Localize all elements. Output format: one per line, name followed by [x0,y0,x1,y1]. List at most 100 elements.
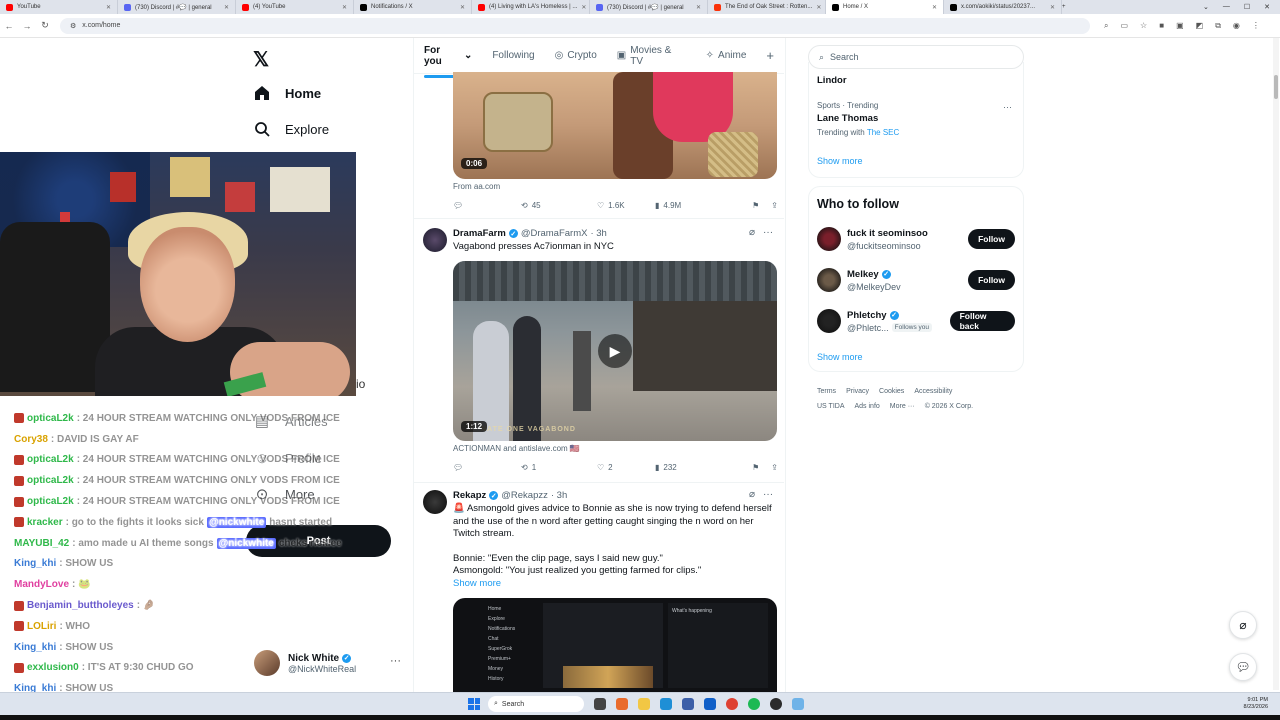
bookmark-icon[interactable]: ⚑ [752,201,759,210]
more-dots-icon[interactable]: ··· [763,489,773,500]
edge-icon[interactable] [660,698,672,710]
obs-icon[interactable] [770,698,782,710]
author-name[interactable]: DramaFarm [453,228,506,239]
browser-tab[interactable]: (730) Discord | #💬 | general ✕ [118,0,236,14]
trend-link[interactable]: The SEC [867,128,899,137]
folder-icon[interactable] [638,698,650,710]
avatar[interactable] [817,227,841,251]
trend-name[interactable]: Lane Thomas [817,113,878,124]
reply-button[interactable]: 💬︎ [453,463,521,472]
follow-name[interactable]: Phletchy [847,310,887,321]
timeline-tab[interactable]: For you ⌄ [424,45,472,78]
extension-icon[interactable]: ▣ [1176,21,1184,31]
post-source[interactable]: ACTIONMAN and antislave.com 🇺🇸 [453,444,580,453]
task-view-icon[interactable] [594,698,606,710]
repost-button[interactable]: ⟲ 1 [521,463,597,472]
grok-icon[interactable]: ⌀ [1229,611,1257,639]
browser-tab[interactable]: Notifications / X ✕ [354,0,472,14]
browser-tab[interactable]: Home / X ✕ [826,0,944,14]
show-more-link[interactable]: Show more [817,352,863,362]
avatar[interactable] [423,228,447,252]
chrome-icon[interactable] [726,698,738,710]
site-info-icon[interactable]: ⚙ [70,22,76,30]
window-control-button[interactable]: — [1223,3,1230,11]
follow-button[interactable]: Follow [968,270,1015,290]
footer-link[interactable]: Terms [817,388,836,395]
app-icon[interactable] [682,698,694,710]
browser-tab[interactable]: (4) Living with LA's Homeless | ... ✕ [472,0,590,14]
messages-icon[interactable]: 💬︎ [1229,653,1257,681]
more-dots-icon[interactable]: ··· [1003,102,1012,112]
timeline-tab[interactable]: ▣ Movies & TV [617,45,686,67]
menu-icon[interactable]: ⋮ [1252,21,1260,31]
like-button[interactable]: ♡ 2 [597,463,655,472]
grok-icon[interactable]: ⌀ [749,489,755,500]
x-logo-icon[interactable]: 𝕏 [253,47,269,72]
more-dots-icon[interactable]: ··· [390,655,401,667]
spotify-icon[interactable] [748,698,760,710]
close-icon[interactable]: ✕ [1050,4,1055,11]
extension-icon[interactable]: ■ [1159,21,1164,31]
zoom-icon[interactable]: ⌕ [1104,21,1108,31]
windows-start-icon[interactable] [468,698,480,710]
author-handle[interactable]: @Rekapzz [501,490,548,501]
timeline-tab[interactable]: ◎ Crypto [555,50,597,61]
post-video[interactable]: Home Explore Notifications Chat SuperGrok Pre… [453,598,777,693]
grok-icon[interactable]: ⌀ [749,227,755,238]
nav-home[interactable]: Home [253,84,321,102]
browser-tab[interactable]: YouTube ✕ [0,0,118,14]
follow-button[interactable]: Follow [968,229,1015,249]
profile-icon[interactable]: ◉ [1233,21,1240,31]
views-button[interactable]: ▮ 232 [655,463,733,472]
footer-link[interactable]: Accessibility [914,388,952,395]
follow-handle[interactable]: @Phletc... [847,323,889,333]
app-icon[interactable] [616,698,628,710]
follow-name[interactable]: Melkey [847,269,879,280]
post-time[interactable]: · 3h [551,490,567,501]
taskbar-search[interactable]: ⌕ Search [488,696,584,712]
close-icon[interactable]: ✕ [932,4,937,11]
close-icon[interactable]: ✕ [224,4,229,11]
author-name[interactable]: Rekapz [453,490,486,501]
puzzle-icon[interactable]: ⧉ [1215,21,1221,31]
window-control-button[interactable]: ⌄ [1203,3,1209,11]
scrollbar-thumb[interactable] [1274,75,1278,99]
share-icon[interactable]: ⇪ [771,201,778,210]
follow-handle[interactable]: @MelkeyDev [847,282,901,292]
avatar[interactable] [817,268,841,292]
author-handle[interactable]: @DramaFarmX [521,228,588,239]
window-control-button[interactable]: ☐ [1244,3,1250,11]
trend-name[interactable]: Lindor [817,75,847,86]
back-icon[interactable]: ← [0,21,18,31]
repost-button[interactable]: ⟲ 45 [521,201,597,210]
timeline-tab[interactable]: ✧ Anime [706,50,747,61]
chevron-down-icon[interactable]: ⌄ [464,50,472,61]
like-button[interactable]: ♡ 1.6K [597,201,655,210]
reply-button[interactable]: 💬︎ [453,201,521,210]
follow-handle[interactable]: @fuckitseominsoo [847,241,921,251]
footer-link[interactable]: Privacy [846,388,869,395]
timeline-tab[interactable]: Following [492,50,534,61]
close-icon[interactable]: ✕ [460,4,465,11]
post-time[interactable]: · 3h [590,228,606,239]
scrollbar[interactable] [1273,38,1279,690]
share-icon[interactable]: ⇪ [771,463,778,472]
follow-button[interactable]: Follow back [949,311,1015,331]
forward-icon[interactable]: → [18,21,36,31]
bookmark-icon[interactable]: ⚑ [752,463,759,472]
app-icon[interactable] [792,698,804,710]
clock[interactable]: 9:01 PM 8/23/2026 [1244,697,1268,711]
browser-tab[interactable]: (730) Discord | #💬 | general ✕ [590,0,708,14]
avatar[interactable] [423,490,447,514]
show-more-link[interactable]: Show more [453,578,501,589]
browser-tab[interactable]: (4) YouTube ✕ [236,0,354,14]
post-video[interactable]: 0:06 [453,72,777,179]
footer-link[interactable]: © 2026 X Corp. [925,403,973,410]
close-icon[interactable]: ✕ [342,4,347,11]
cast-icon[interactable]: ▭ [1120,21,1128,31]
add-tab-button[interactable]: + [766,48,774,63]
show-more-link[interactable]: Show more [817,156,863,166]
bookmark-star-icon[interactable]: ☆ [1140,21,1147,31]
views-button[interactable]: ▮ 4.9M [655,201,733,210]
footer-link[interactable]: Ads info [855,403,880,410]
